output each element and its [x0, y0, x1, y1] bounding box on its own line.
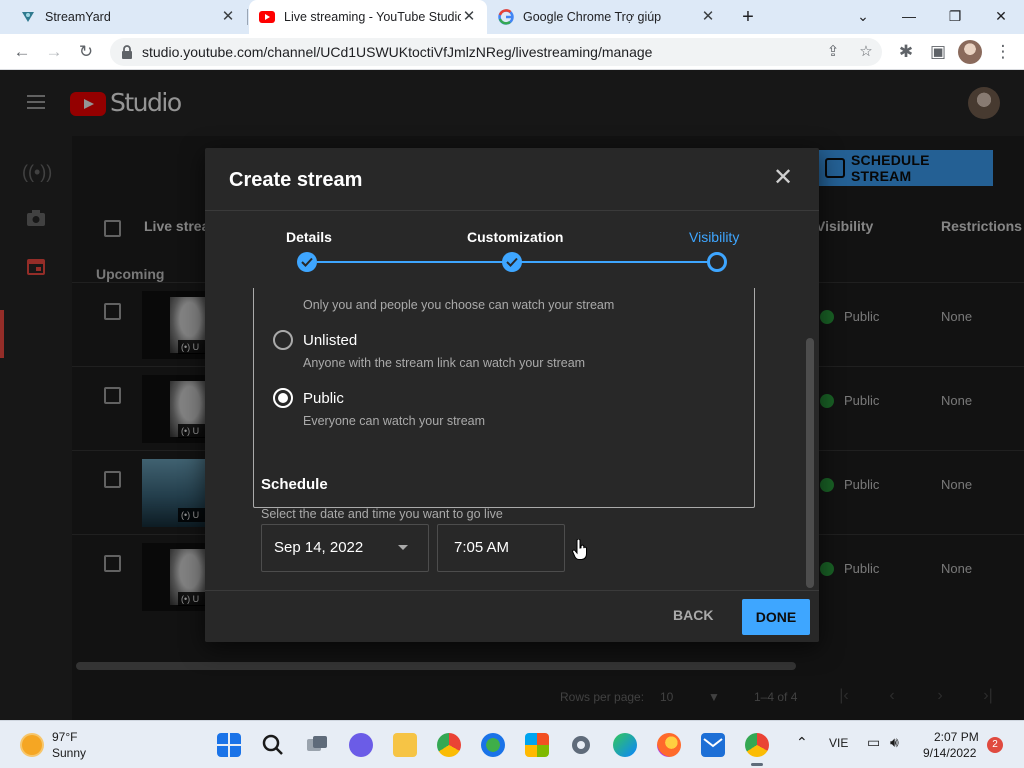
menu-dots-icon[interactable]: ⋮	[991, 40, 1015, 64]
streamyard-icon	[20, 9, 36, 25]
minimize-icon[interactable]: —	[897, 4, 921, 28]
tab-title: StreamYard	[45, 10, 111, 24]
schedule-time-input[interactable]: 7:05 AM	[437, 524, 565, 572]
tab-youtube-studio[interactable]: Live streaming - YouTube Studio ✕	[249, 0, 487, 34]
clock-date[interactable]: 9/14/2022	[923, 746, 976, 760]
schedule-title: Schedule	[261, 476, 328, 493]
step-visibility[interactable]: Visibility	[689, 229, 739, 245]
close-tab-icon[interactable]: ✕	[220, 9, 236, 25]
divider	[205, 210, 819, 211]
sun-icon[interactable]	[22, 735, 42, 755]
volume-icon[interactable]: 🔊︎	[890, 734, 899, 751]
tab-separator	[247, 9, 248, 25]
restore-icon[interactable]: ❐	[943, 4, 967, 28]
weather-condition[interactable]: Sunny	[52, 746, 86, 760]
dialog-body: Only you and people you choose can watch…	[205, 288, 819, 590]
new-tab-icon[interactable]: +	[738, 7, 758, 27]
schedule-date-dropdown[interactable]: Sep 14, 2022	[261, 524, 429, 572]
tab-chrome-help[interactable]: Google Chrome Trợ giúp ✕	[488, 0, 726, 34]
lock-icon	[122, 45, 132, 59]
tab-streamyard[interactable]: StreamYard ✕	[10, 0, 246, 34]
reload-icon[interactable]: ↻	[74, 40, 98, 64]
edge-icon[interactable]	[613, 733, 637, 757]
clock-time[interactable]: 2:07 PM	[934, 730, 979, 744]
step-details[interactable]: Details	[286, 229, 332, 245]
notification-badge[interactable]: 2	[987, 737, 1003, 753]
step-customization-check-icon[interactable]	[502, 252, 522, 272]
public-option-desc: Everyone can watch your stream	[303, 414, 486, 428]
browser-tab-bar: StreamYard ✕ Live streaming - YouTube St…	[0, 0, 1024, 34]
close-tab-icon[interactable]: ✕	[461, 9, 477, 25]
step-customization[interactable]: Customization	[467, 229, 563, 245]
schedule-date-value: Sep 14, 2022	[274, 539, 364, 556]
close-window-icon[interactable]: ✕	[989, 4, 1013, 28]
google-icon	[498, 9, 514, 25]
settings-gear-icon[interactable]	[569, 733, 593, 757]
tab-search-icon[interactable]: ⌄	[851, 4, 875, 28]
microsoft-store-icon[interactable]	[525, 733, 549, 757]
studio-page: Studio ((•)) ! SCHEDULE STREAM Live stre…	[0, 70, 1024, 764]
forward-arrow-icon[interactable]: →	[42, 40, 66, 64]
firefox-icon[interactable]	[657, 733, 681, 757]
input-language[interactable]: VIE	[829, 736, 848, 750]
dialog-footer: BACK DONE	[205, 591, 819, 642]
close-icon[interactable]: ✕	[771, 166, 795, 190]
earth-app-icon[interactable]	[481, 733, 505, 757]
unlisted-option-label[interactable]: Unlisted	[303, 332, 357, 349]
search-icon[interactable]	[261, 733, 285, 757]
back-arrow-icon[interactable]: ←	[10, 40, 34, 64]
youtube-icon	[259, 9, 275, 25]
address-bar[interactable]: studio.youtube.com/channel/UCd1USWUKtoct…	[110, 38, 882, 66]
public-option-label[interactable]: Public	[303, 390, 344, 407]
step-visibility-current-icon[interactable]	[707, 252, 727, 272]
back-button[interactable]: BACK	[673, 607, 713, 623]
extensions-icon[interactable]: ✱	[894, 40, 918, 64]
unlisted-radio[interactable]	[273, 330, 293, 350]
chat-icon[interactable]	[349, 733, 373, 757]
schedule-time-value: 7:05 AM	[454, 539, 510, 556]
browser-toolbar: ← → ↻ studio.youtube.com/channel/UCd1USW…	[0, 34, 1024, 70]
url-text: studio.youtube.com/channel/UCd1USWUKtoct…	[142, 44, 653, 60]
file-explorer-icon[interactable]	[393, 733, 417, 757]
close-tab-icon[interactable]: ✕	[700, 9, 716, 25]
side-panel-icon[interactable]: ▣	[926, 40, 950, 64]
profile-avatar[interactable]	[958, 40, 982, 64]
chrome-profile-icon[interactable]	[745, 733, 769, 766]
task-view-icon[interactable]	[305, 733, 329, 757]
dialog-title: Create stream	[229, 169, 363, 191]
weather-temp[interactable]: 97°F	[52, 730, 77, 744]
step-details-check-icon[interactable]	[297, 252, 317, 272]
dialog-scrollbar[interactable]	[806, 338, 814, 588]
schedule-desc: Select the date and time you want to go …	[261, 507, 503, 521]
tab-title: Google Chrome Trợ giúp	[523, 10, 662, 24]
mail-icon[interactable]	[701, 733, 725, 757]
bookmark-star-icon[interactable]: ☆	[856, 42, 876, 62]
windows-taskbar: 97°F Sunny ⌃ VIE ▭ 🔊︎ 2:07 PM 9/14/2022 …	[0, 720, 1024, 768]
hand-pointer-cursor-icon	[572, 539, 587, 560]
share-icon[interactable]: ⇪	[823, 42, 843, 62]
tab-title: Live streaming - YouTube Studio	[284, 10, 461, 24]
create-stream-dialog: Create stream ✕ Details Customization Vi…	[205, 148, 819, 642]
private-option-desc: Only you and people you choose can watch…	[303, 298, 615, 312]
done-button[interactable]: DONE	[742, 599, 810, 635]
unlisted-option-desc: Anyone with the stream link can watch yo…	[303, 356, 586, 370]
public-radio[interactable]	[273, 388, 293, 408]
chrome-icon[interactable]	[437, 733, 461, 757]
start-windows-icon[interactable]	[217, 733, 241, 757]
show-hidden-icons-icon[interactable]: ⌃	[796, 734, 808, 751]
network-icon[interactable]: ▭	[867, 734, 880, 751]
chevron-down-icon	[398, 545, 408, 550]
